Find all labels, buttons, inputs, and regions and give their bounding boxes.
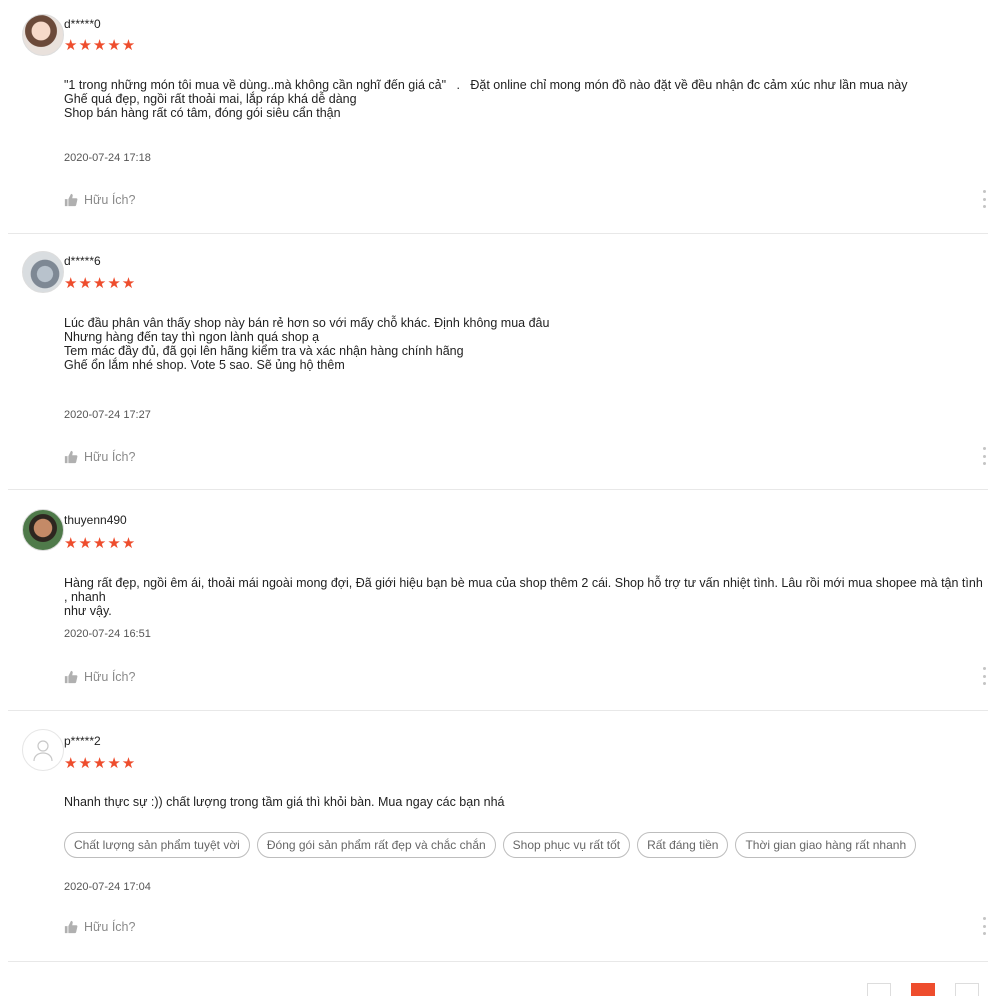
rating-stars: ★★★★★ [64, 755, 137, 772]
pagination-page-current[interactable] [911, 983, 935, 996]
review-line: Hàng rất đẹp, ngồi êm ái, thoải mái ngoà… [64, 576, 987, 604]
user-icon [33, 740, 53, 762]
review-line: Nhưng hàng đến tay thì ngon lành quá sho… [64, 330, 320, 344]
helpful-button[interactable]: Hữu Ích? [64, 920, 135, 934]
review-line: Ghế ổn lắm nhé shop. Vote 5 sao. Sẽ ủng … [64, 358, 345, 372]
review-line: "1 trong những món tôi mua về dùng..mà k… [64, 78, 908, 92]
review-line: Tem mác đầy đủ, đã gọi lên hãng kiểm tra… [64, 344, 464, 358]
review-username[interactable]: d*****6 [64, 254, 101, 268]
more-vertical-icon[interactable] [983, 447, 987, 465]
review-date: 2020-07-24 17:04 [64, 881, 151, 893]
review-tag: Chất lượng sản phẩm tuyệt vời [64, 832, 250, 858]
thumbs-up-icon [64, 670, 78, 684]
review-tag: Thời gian giao hàng rất nhanh [735, 832, 917, 858]
review-tag: Đóng gói sản phẩm rất đẹp và chắc chắn [256, 832, 496, 858]
helpful-button[interactable]: Hữu Ích? [64, 450, 135, 464]
helpful-label: Hữu Ích? [84, 450, 136, 464]
review-username[interactable]: d*****0 [64, 17, 101, 31]
avatar[interactable] [22, 729, 64, 771]
helpful-label: Hữu Ích? [84, 193, 136, 207]
more-vertical-icon[interactable] [983, 667, 987, 685]
review-content: Hàng rất đẹp, ngồi êm ái, thoải mái ngoà… [64, 576, 983, 618]
review-date: 2020-07-24 17:27 [64, 409, 151, 421]
rating-stars: ★★★★★ [64, 275, 137, 292]
review-username[interactable]: p*****2 [64, 734, 101, 748]
helpful-label: Hữu Ích? [84, 670, 136, 684]
review-tag: Rất đáng tiền [637, 832, 729, 858]
review-line: Lúc đầu phân vân thấy shop này bán rẻ hơ… [64, 316, 550, 330]
rating-stars: ★★★★★ [64, 535, 137, 552]
review-date: 2020-07-24 17:18 [64, 152, 151, 164]
divider [8, 233, 988, 234]
review-content: "1 trong những món tôi mua về dùng..mà k… [64, 78, 983, 120]
review-content: Nhanh thực sự :)) chất lượng trong tầm g… [64, 795, 983, 809]
review-content: Lúc đầu phân vân thấy shop này bán rẻ hơ… [64, 316, 983, 372]
thumbs-up-icon [64, 193, 78, 207]
avatar[interactable] [22, 14, 64, 56]
helpful-button[interactable]: Hữu Ích? [64, 670, 135, 684]
review-date: 2020-07-24 16:51 [64, 628, 151, 640]
review-line: Shop bán hàng rất có tâm, đóng gói siêu … [64, 106, 341, 120]
helpful-label: Hữu Ích? [84, 920, 136, 934]
divider [8, 961, 988, 962]
avatar[interactable] [22, 509, 64, 551]
avatar[interactable] [22, 251, 64, 293]
divider [8, 489, 988, 490]
pagination-next-button[interactable] [955, 983, 979, 996]
helpful-button[interactable]: Hữu Ích? [64, 193, 135, 207]
review-line: Ghế quá đẹp, ngồi rất thoải mai, lắp ráp… [64, 92, 357, 106]
thumbs-up-icon [64, 920, 78, 934]
more-vertical-icon[interactable] [983, 190, 987, 208]
more-vertical-icon[interactable] [983, 917, 987, 935]
review-line: Nhanh thực sự :)) chất lượng trong tầm g… [64, 795, 505, 809]
review-tags: Chất lượng sản phẩm tuyệt vời Đóng gói s… [64, 832, 917, 858]
pagination-prev-button[interactable] [867, 983, 891, 996]
review-tag: Shop phục vụ rất tốt [502, 832, 631, 858]
pagination [867, 983, 979, 996]
review-username[interactable]: thuyenn490 [64, 513, 127, 527]
rating-stars: ★★★★★ [64, 37, 137, 54]
thumbs-up-icon [64, 450, 78, 464]
review-line: như vậy. [64, 604, 112, 618]
divider [8, 710, 988, 711]
